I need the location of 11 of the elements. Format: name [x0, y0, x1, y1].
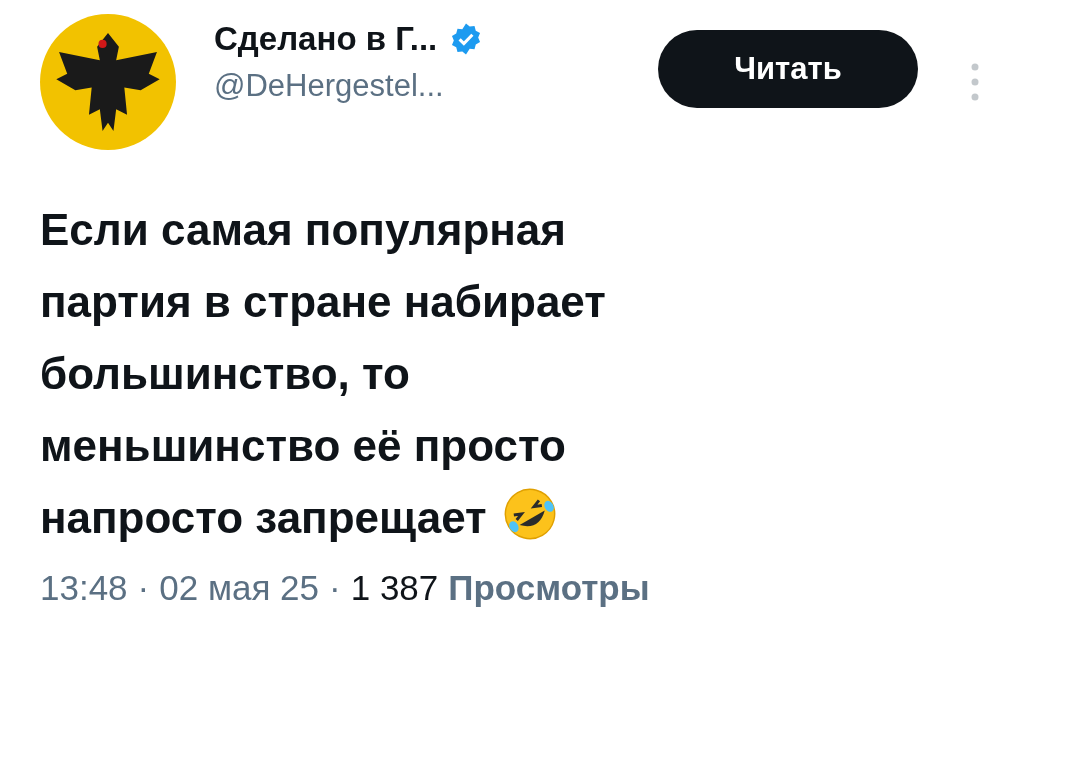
timestamp-text: 13:48 [40, 568, 128, 608]
separator-dot: · [137, 568, 150, 608]
author-name[interactable]: Сделано в Г... [214, 20, 438, 58]
avatar[interactable] [40, 14, 176, 150]
separator-dot: · [329, 568, 341, 608]
author-handle[interactable]: @DeHergestel... [214, 68, 654, 104]
view-count: 1 387 [350, 568, 439, 608]
timestamp-text: 02 мая 25 [159, 568, 320, 608]
views-label: Просмотры [448, 568, 650, 608]
tweet-text: Если самая популярная партия в стране набирает большинство, то меньшинство её просто напросто запрещает [40, 205, 606, 542]
follow-button[interactable]: Читать [658, 30, 918, 108]
